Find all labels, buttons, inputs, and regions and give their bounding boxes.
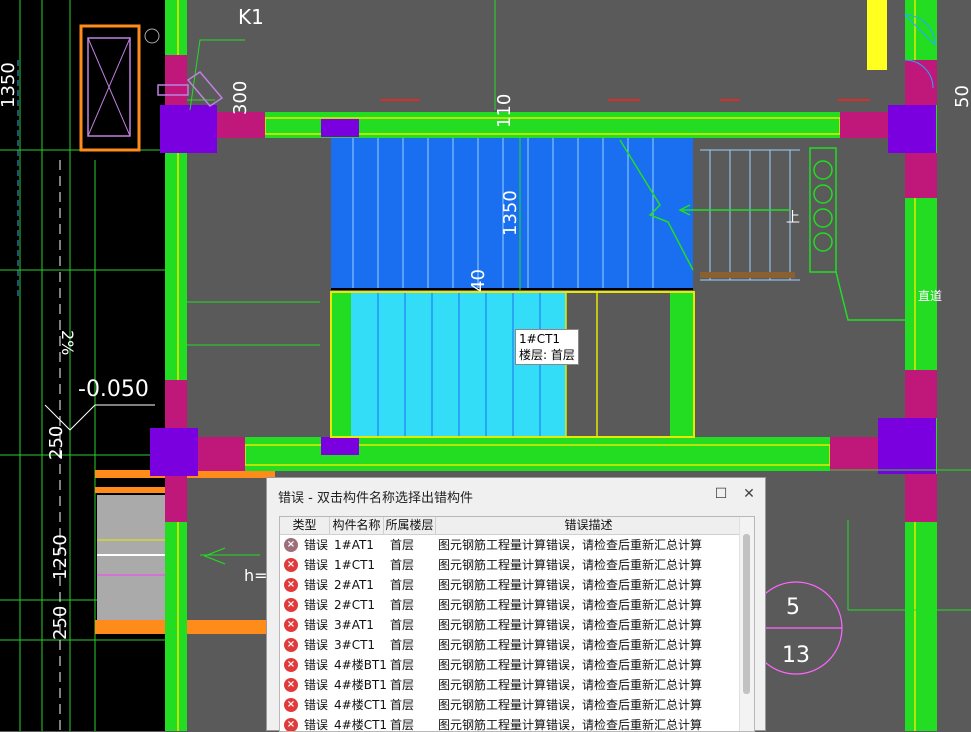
table-row[interactable]: × 错误 1#CT1 首层 图元钢筋工程量计算错误，请检查后重新汇总计算 xyxy=(280,555,742,575)
error-dialog[interactable]: 错误 - 双击构件名称选择出错构件 ☐ ✕ 类型 构件名称 所属楼层 错误描述 … xyxy=(266,477,766,732)
cell-floor: 首层 xyxy=(390,598,415,612)
elevation-label: -0.050 xyxy=(78,377,149,402)
cell-type: 错误 xyxy=(304,698,329,712)
cell-floor: 首层 xyxy=(390,638,415,652)
error-circle-icon: × xyxy=(284,538,298,552)
error-circle-icon: × xyxy=(284,678,298,692)
dim-250-b: 250 xyxy=(50,606,71,640)
cell-name[interactable]: 3#AT1 xyxy=(334,615,374,635)
grid-bubble-top: 5 xyxy=(786,595,800,620)
cell-name[interactable]: 1#AT1 xyxy=(334,535,374,555)
column-header-type[interactable]: 类型 xyxy=(280,517,330,534)
cell-name[interactable]: 4#楼CT1 xyxy=(334,715,387,731)
cell-floor: 首层 xyxy=(390,578,415,592)
orange-beam-mid xyxy=(95,487,165,493)
cell-name[interactable]: 3#CT1 xyxy=(334,635,375,655)
table-row[interactable]: × 错误 2#CT1 首层 图元钢筋工程量计算错误，请检查后重新汇总计算 xyxy=(280,595,742,615)
label-shaft: 直道 xyxy=(918,289,942,303)
error-circle-icon: × xyxy=(284,578,298,592)
label-k1: K1 xyxy=(238,5,264,29)
cell-type: 错误 xyxy=(304,538,329,552)
cell-desc: 图元钢筋工程量计算错误，请检查后重新汇总计算 xyxy=(438,558,703,572)
table-row[interactable]: × 错误 4#楼CT1 首层 图元钢筋工程量计算错误，请检查后重新汇总计算 xyxy=(280,695,742,715)
cell-name[interactable]: 2#AT1 xyxy=(334,575,374,595)
cell-floor: 首层 xyxy=(390,658,415,672)
table-row[interactable]: × 错误 3#AT1 首层 图元钢筋工程量计算错误，请检查后重新汇总计算 xyxy=(280,615,742,635)
table-row[interactable]: × 错误 4#楼BT1 首层 图元钢筋工程量计算错误，请检查后重新汇总计算 xyxy=(280,655,742,675)
dim-1350-stair: 1350 xyxy=(500,190,521,236)
cell-desc: 图元钢筋工程量计算错误，请检查后重新汇总计算 xyxy=(438,538,703,552)
cell-type: 错误 xyxy=(304,558,329,572)
table-row[interactable]: × 错误 3#CT1 首层 图元钢筋工程量计算错误，请检查后重新汇总计算 xyxy=(280,635,742,655)
cell-name[interactable]: 4#楼BT1 xyxy=(334,655,387,675)
tooltip-floor: 楼层: 首层 xyxy=(519,348,575,362)
maximize-icon[interactable]: ☐ xyxy=(711,484,731,504)
cell-type: 错误 xyxy=(304,598,329,612)
cell-name[interactable]: 1#CT1 xyxy=(334,555,375,575)
dim-50: 50 xyxy=(952,85,971,108)
dim-300: 300 xyxy=(230,81,251,115)
cell-type: 错误 xyxy=(304,678,329,692)
error-circle-icon: × xyxy=(284,618,298,632)
cell-floor: 首层 xyxy=(390,718,415,732)
element-tooltip: 1#CT1 楼层: 首层 xyxy=(515,329,579,365)
cell-type: 错误 xyxy=(304,718,329,732)
cell-desc: 图元钢筋工程量计算错误，请检查后重新汇总计算 xyxy=(438,618,703,632)
label-h: h= xyxy=(244,566,268,585)
table-row[interactable]: × 错误 4#楼BT1 首层 图元钢筋工程量计算错误，请检查后重新汇总计算 xyxy=(280,675,742,695)
label-up: 上 xyxy=(786,210,800,226)
cell-floor: 首层 xyxy=(390,678,415,692)
cell-desc: 图元钢筋工程量计算错误，请检查后重新汇总计算 xyxy=(438,638,703,652)
cell-type: 错误 xyxy=(304,658,329,672)
cell-desc: 图元钢筋工程量计算错误，请检查后重新汇总计算 xyxy=(438,678,703,692)
cell-type: 错误 xyxy=(304,618,329,632)
cell-floor: 首层 xyxy=(390,558,415,572)
grid-bubble-bottom: 13 xyxy=(782,643,810,668)
table-row[interactable]: × 错误 2#AT1 首层 图元钢筋工程量计算错误，请检查后重新汇总计算 xyxy=(280,575,742,595)
error-circle-icon: × xyxy=(284,638,298,652)
cell-type: 错误 xyxy=(304,638,329,652)
close-icon[interactable]: ✕ xyxy=(739,484,759,504)
cell-desc: 图元钢筋工程量计算错误，请检查后重新汇总计算 xyxy=(438,718,703,732)
dialog-title: 错误 - 双击构件名称选择出错构件 xyxy=(278,491,473,506)
cell-name[interactable]: 2#CT1 xyxy=(334,595,375,615)
scrollbar-thumb[interactable] xyxy=(743,534,750,694)
cell-floor: 首层 xyxy=(390,698,415,712)
cell-desc: 图元钢筋工程量计算错误，请检查后重新汇总计算 xyxy=(438,658,703,672)
error-table[interactable]: 类型 构件名称 所属楼层 错误描述 × 错误 1#AT1 首层 图元钢筋工程量计算错误，… xyxy=(279,516,755,732)
table-row[interactable]: × 错误 4#楼CT1 首层 图元钢筋工程量计算错误，请检查后重新汇总计算 xyxy=(280,715,742,732)
slope-percent: 2% xyxy=(58,330,77,355)
cell-floor: 首层 xyxy=(390,538,415,552)
cell-desc: 图元钢筋工程量计算错误，请检查后重新汇总计算 xyxy=(438,578,703,592)
table-header: 类型 构件名称 所属楼层 错误描述 xyxy=(280,517,742,535)
error-circle-icon: × xyxy=(284,558,298,572)
tooltip-name: 1#CT1 xyxy=(519,332,561,346)
cell-desc: 图元钢筋工程量计算错误，请检查后重新汇总计算 xyxy=(438,698,703,712)
cell-name[interactable]: 4#楼BT1 xyxy=(334,675,387,695)
cell-floor: 首层 xyxy=(390,618,415,632)
column-header-name[interactable]: 构件名称 xyxy=(330,517,384,534)
grey-slab xyxy=(97,495,165,620)
dim-40: 40 xyxy=(468,269,489,292)
error-circle-icon: × xyxy=(284,718,298,731)
cell-type: 错误 xyxy=(304,578,329,592)
yellow-wall xyxy=(867,0,887,70)
dim-250-a: 250 xyxy=(46,426,67,460)
dim-110: 110 xyxy=(494,94,515,128)
scrollbar[interactable] xyxy=(739,517,754,731)
dim-1250: 1250 xyxy=(50,534,71,580)
error-circle-icon: × xyxy=(284,658,298,672)
error-circle-icon: × xyxy=(284,698,298,712)
column-header-description[interactable]: 错误描述 xyxy=(436,517,742,534)
cell-desc: 图元钢筋工程量计算错误，请检查后重新汇总计算 xyxy=(438,598,703,612)
table-row[interactable]: × 错误 1#AT1 首层 图元钢筋工程量计算错误，请检查后重新汇总计算 xyxy=(280,535,742,555)
column-header-floor[interactable]: 所属楼层 xyxy=(384,517,436,534)
cell-name[interactable]: 4#楼CT1 xyxy=(334,695,387,715)
dim-1350-left: 1350 xyxy=(0,62,19,108)
error-circle-icon: × xyxy=(284,598,298,612)
